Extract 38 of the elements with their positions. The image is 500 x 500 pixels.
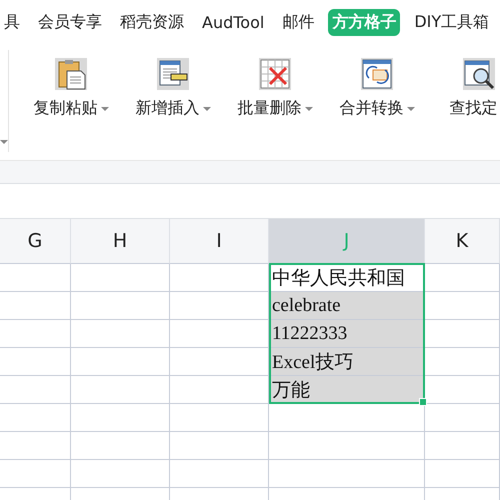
menu-tab[interactable]: DIY工具箱 — [410, 9, 494, 36]
caret-icon — [406, 106, 414, 110]
column-header[interactable]: G — [0, 219, 71, 264]
menu-tab[interactable]: 稻壳资源 — [116, 9, 188, 36]
toolbar-button[interactable]: 合并转换 — [329, 58, 425, 160]
toolbar-button[interactable]: 批量删除 — [227, 58, 323, 160]
table-cell — [0, 376, 71, 404]
fill-handle[interactable] — [419, 398, 427, 406]
caret-icon — [304, 106, 312, 110]
insert-row-icon — [157, 58, 189, 90]
column-header[interactable]: I — [170, 219, 269, 264]
column-header[interactable]: K — [425, 219, 500, 264]
clipboard-icon — [55, 58, 87, 90]
table-cell — [0, 320, 71, 348]
menu-tab[interactable]: 邮件 — [278, 9, 318, 36]
toolbar-button[interactable]: 新增插入 — [125, 58, 221, 160]
column-header[interactable]: H — [71, 219, 170, 264]
table-cell: 11222333 — [269, 320, 425, 348]
search-icon — [463, 58, 495, 90]
caret-icon — [202, 106, 210, 110]
caret-icon — [100, 106, 108, 110]
table-cell — [0, 460, 71, 488]
delete-grid-icon — [259, 58, 291, 90]
table-cell: 万能 — [269, 376, 425, 404]
menu-tab[interactable]: AudTool — [198, 10, 268, 35]
table-cell — [0, 404, 71, 432]
table-cell: Excel技巧 — [269, 348, 425, 376]
table-cell — [0, 432, 71, 460]
caret-icon[interactable] — [0, 140, 8, 144]
table-cell: celebrate — [269, 292, 425, 320]
toolbar-button[interactable]: 复制粘贴 — [23, 58, 119, 160]
menu-tab[interactable]: 会员专享 — [34, 9, 106, 36]
table-cell — [0, 348, 71, 376]
menu-tab[interactable]: 具 — [0, 9, 24, 36]
table-cell — [0, 264, 71, 292]
toolbar-button[interactable]: 查找定 — [431, 58, 500, 160]
table-cell — [0, 292, 71, 320]
convert-grid-icon — [361, 58, 393, 90]
